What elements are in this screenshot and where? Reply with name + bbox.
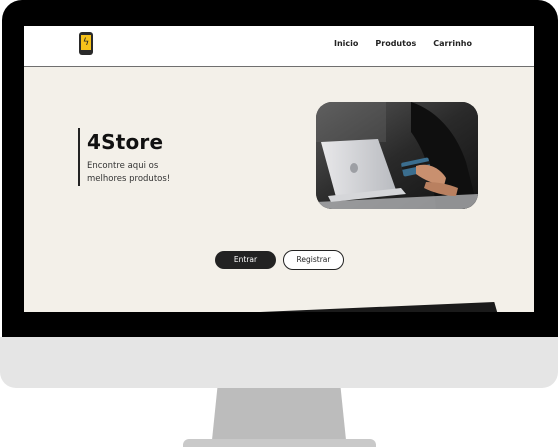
nav-link-carrinho[interactable]: Carrinho bbox=[433, 39, 472, 48]
website-screen: ϟ Inicio Produtos Carrinho 4Store Encont… bbox=[24, 26, 534, 312]
monitor-stand-neck bbox=[212, 388, 346, 440]
hero-accent-bar bbox=[78, 128, 80, 186]
hero-title: 4Store bbox=[87, 130, 164, 154]
phone-bolt-icon[interactable]: ϟ bbox=[79, 32, 93, 55]
bottom-section-edge bbox=[214, 302, 500, 312]
monitor-stand-base bbox=[183, 439, 376, 447]
monitor-frame: ϟ Inicio Produtos Carrinho 4Store Encont… bbox=[0, 0, 558, 447]
enter-button[interactable]: Entrar bbox=[215, 251, 276, 269]
laptop-credit-card-photo bbox=[316, 102, 478, 209]
bolt-icon: ϟ bbox=[82, 37, 90, 48]
hero-subtitle: Encontre aqui os melhores produtos! bbox=[87, 161, 171, 184]
logo-screen: ϟ bbox=[81, 35, 91, 50]
navbar: ϟ Inicio Produtos Carrinho bbox=[24, 26, 534, 67]
nav-link-produtos[interactable]: Produtos bbox=[375, 39, 416, 48]
nav-links: Inicio Produtos Carrinho bbox=[334, 39, 472, 48]
nav-link-inicio[interactable]: Inicio bbox=[334, 39, 358, 48]
register-button[interactable]: Registrar bbox=[283, 250, 344, 270]
monitor-chin bbox=[0, 337, 558, 388]
hero-image bbox=[316, 102, 478, 209]
